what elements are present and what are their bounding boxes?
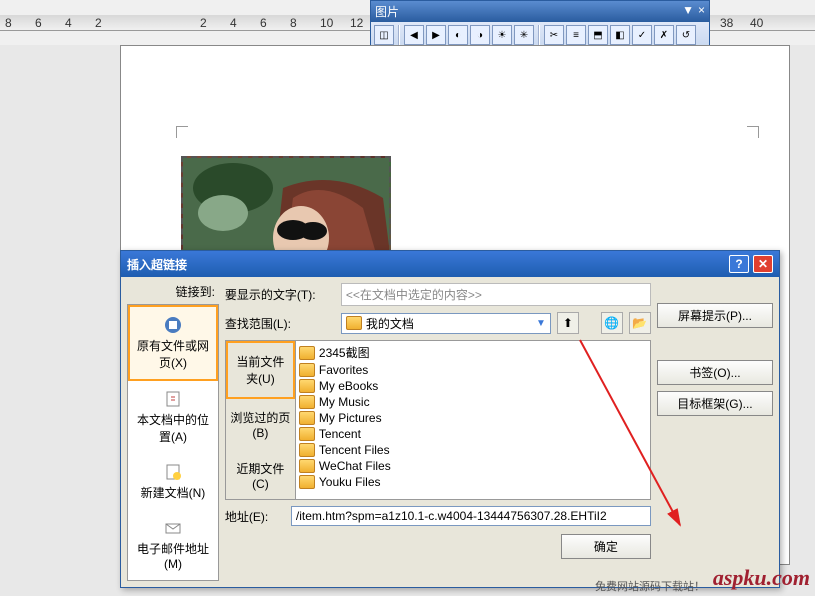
contrast-up-icon[interactable]: ◐: [448, 25, 468, 45]
screentip-button[interactable]: 屏幕提示(P)...: [657, 303, 773, 328]
brightness-up-icon[interactable]: ☀: [492, 25, 512, 45]
close-button[interactable]: ✕: [753, 255, 773, 273]
crop-icon[interactable]: ✂: [544, 25, 564, 45]
transparent-icon[interactable]: ✗: [654, 25, 674, 45]
watermark-logo: aspku.com: [713, 565, 810, 591]
ok-button[interactable]: 确定: [561, 534, 651, 559]
list-item[interactable]: My eBooks: [298, 378, 648, 394]
lookup-label: 查找范围(L):: [225, 315, 335, 332]
nav-email-address[interactable]: 电子邮件地址(M): [128, 510, 218, 580]
list-item[interactable]: Tencent: [298, 426, 648, 442]
reset-icon[interactable]: ↺: [676, 25, 696, 45]
nav-new-document[interactable]: 新建文档(N): [128, 454, 218, 510]
compress-icon[interactable]: ⬒: [588, 25, 608, 45]
picture-toolbar-title: 图片: [375, 3, 399, 20]
file-list[interactable]: 2345截图 Favorites My eBooks My Music My P…: [296, 341, 650, 499]
list-item[interactable]: 2345截图: [298, 343, 648, 362]
dialog-title: 插入超链接: [127, 256, 187, 273]
close-icon[interactable]: ×: [698, 3, 705, 20]
contrast-down-icon[interactable]: ◑: [470, 25, 490, 45]
help-button[interactable]: ?: [729, 255, 749, 273]
insert-image-icon[interactable]: ◫: [374, 25, 394, 45]
dialog-titlebar[interactable]: 插入超链接 ? ✕: [121, 251, 779, 277]
brightness-down-icon[interactable]: ✳: [514, 25, 534, 45]
list-item[interactable]: Youku Files: [298, 474, 648, 490]
nav-place-in-doc[interactable]: 本文档中的位置(A): [128, 381, 218, 454]
line-style-icon[interactable]: ≡: [566, 25, 586, 45]
picture-toolbar[interactable]: 图片 ▼ × ◫ ◀ ▶ ◐ ◑ ☀ ✳ ✂ ≡ ⬒ ◧ ✓ ✗ ↺: [370, 0, 710, 49]
rotate-right-icon[interactable]: ▶: [426, 25, 446, 45]
arrow-down-icon[interactable]: ▼: [682, 3, 694, 20]
display-text-field: <<在文档中选定的内容>>: [341, 283, 651, 306]
nav-existing-file[interactable]: 原有文件或网页(X): [128, 305, 218, 381]
target-frame-button[interactable]: 目标框架(G)...: [657, 391, 773, 416]
list-item[interactable]: Favorites: [298, 362, 648, 378]
list-item[interactable]: My Music: [298, 394, 648, 410]
fb-current-folder[interactable]: 当前文件夹(U): [226, 341, 295, 399]
format-icon[interactable]: ✓: [632, 25, 652, 45]
up-folder-icon[interactable]: ⬆: [557, 312, 579, 334]
rotate-left-icon[interactable]: ◀: [404, 25, 424, 45]
folder-icon: [346, 316, 362, 330]
list-item[interactable]: WeChat Files: [298, 458, 648, 474]
display-text-label: 要显示的文字(T):: [225, 286, 335, 303]
text-wrap-icon[interactable]: ◧: [610, 25, 630, 45]
bookmark-button[interactable]: 书签(O)...: [657, 360, 773, 385]
watermark-subtitle: 免费网站源码下载站！: [595, 578, 705, 594]
address-input[interactable]: [291, 506, 651, 526]
fb-browsed-pages[interactable]: 浏览过的页(B): [226, 399, 295, 450]
lookup-folder-select[interactable]: 我的文档: [341, 313, 551, 334]
address-label: 地址(E):: [225, 508, 285, 525]
browse-file-icon[interactable]: 📂: [629, 312, 651, 334]
fb-recent-files[interactable]: 近期文件(C): [226, 450, 295, 501]
insert-hyperlink-dialog: 插入超链接 ? ✕ 链接到: 原有文件或网页(X) 本文档中的位置(A) 新建文…: [120, 250, 780, 588]
browse-web-icon[interactable]: 🌐: [601, 312, 623, 334]
list-item[interactable]: My Pictures: [298, 410, 648, 426]
link-to-label: 链接到:: [127, 283, 219, 300]
list-item[interactable]: Tencent Files: [298, 442, 648, 458]
